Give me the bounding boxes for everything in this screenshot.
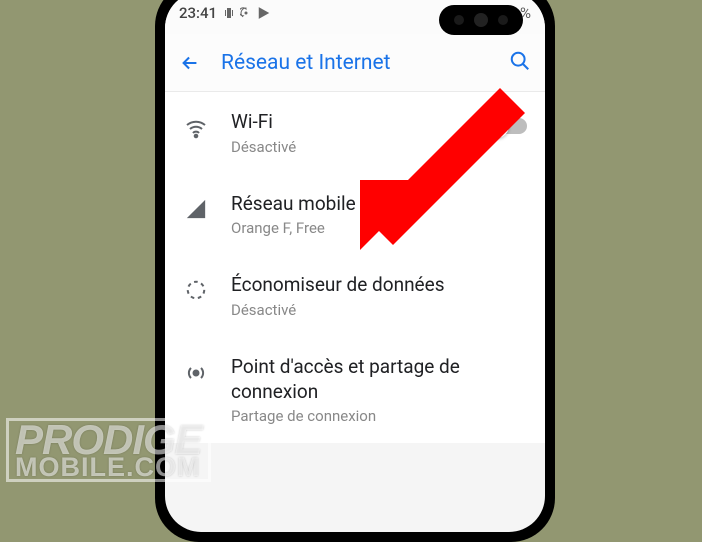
- hotspot-icon: [184, 361, 208, 385]
- phone-frame: 23:41 75 % Réseau et Internet: [155, 0, 555, 542]
- wifi-toggle[interactable]: [487, 118, 527, 134]
- hotspot-status-icon: [240, 7, 252, 19]
- row-hotspot[interactable]: Point d'accès et partage de connexion Pa…: [165, 337, 545, 443]
- row-wifi[interactable]: Wi-Fi Désactivé: [165, 92, 545, 174]
- status-time: 23:41: [179, 4, 217, 22]
- status-icons-left: [223, 6, 271, 20]
- vibrate-icon: [223, 7, 235, 19]
- row-saver[interactable]: Économiseur de données Désactivé: [165, 255, 545, 337]
- back-button[interactable]: [179, 52, 201, 74]
- hotspot-sub: Partage de connexion: [231, 407, 527, 425]
- watermark: PRODIGE MOBILE.COM: [6, 418, 211, 482]
- signal-icon: [185, 198, 207, 220]
- search-button[interactable]: [509, 50, 531, 76]
- phone-screen: 23:41 75 % Réseau et Internet: [165, 0, 545, 532]
- row-mobile[interactable]: Réseau mobile Orange F, Free: [165, 174, 545, 256]
- wifi-label: Wi-Fi: [231, 110, 465, 135]
- app-header: Réseau et Internet: [165, 34, 545, 92]
- settings-list: Wi-Fi Désactivé Réseau mobile Orange F, …: [165, 92, 545, 443]
- camera-notch: [439, 5, 523, 35]
- mobile-label: Réseau mobile: [231, 192, 527, 217]
- hotspot-label: Point d'accès et partage de connexion: [231, 355, 527, 404]
- mobile-sub: Orange F, Free: [231, 219, 527, 237]
- play-icon: [257, 6, 271, 20]
- saver-sub: Désactivé: [231, 301, 527, 319]
- wifi-icon: [184, 116, 208, 140]
- page-title: Réseau et Internet: [221, 51, 489, 75]
- saver-label: Économiseur de données: [231, 273, 527, 298]
- data-saver-icon: [185, 279, 207, 301]
- watermark-line2: MOBILE.COM: [15, 456, 202, 479]
- search-icon: [509, 50, 531, 72]
- wifi-sub: Désactivé: [231, 138, 465, 156]
- arrow-left-icon: [179, 52, 201, 74]
